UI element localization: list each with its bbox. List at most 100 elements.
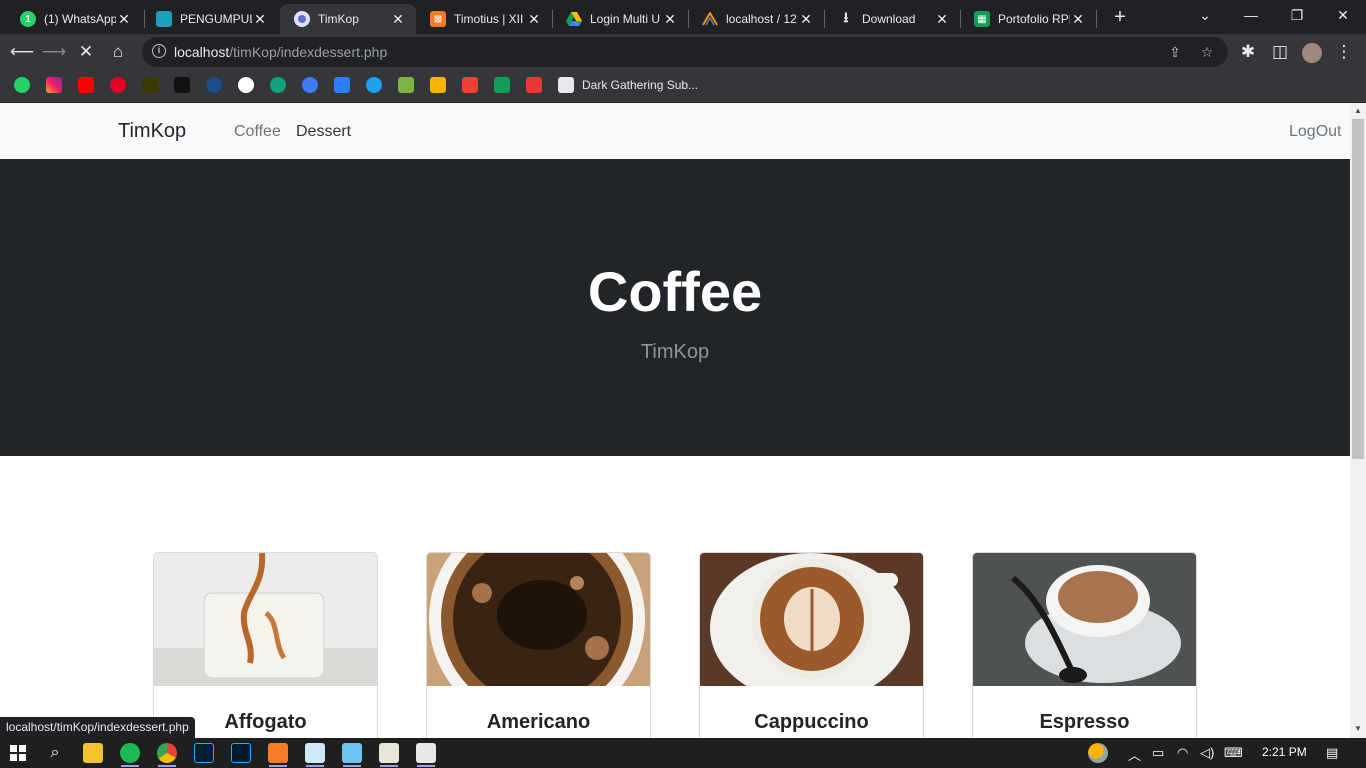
site-brand[interactable]: TimKop xyxy=(118,120,186,143)
tab-portofolio[interactable]: ▦ Portofolio RPL ✕ xyxy=(960,4,1096,34)
close-icon[interactable]: ✕ xyxy=(798,11,814,28)
bookmark-icon[interactable] xyxy=(334,77,350,93)
tab-title: PENGUMPUL xyxy=(180,12,252,26)
bookmark-icon[interactable] xyxy=(206,77,222,93)
close-icon[interactable]: ✕ xyxy=(934,11,950,28)
close-icon[interactable]: ✕ xyxy=(526,11,542,28)
page-scrollbar[interactable]: ▲ ▼ xyxy=(1350,103,1366,738)
back-button[interactable]: ⟵ xyxy=(8,38,36,66)
bookmark-icon[interactable] xyxy=(174,77,190,93)
info-icon[interactable]: i xyxy=(152,44,166,58)
chatgpt-bookmark-icon[interactable] xyxy=(270,77,286,93)
web-page: TimKop Coffee Dessert LogOut Coffee TimK… xyxy=(0,103,1350,738)
tab-login-multi[interactable]: Login Multi U ✕ xyxy=(552,4,688,34)
profile-avatar[interactable] xyxy=(1298,38,1326,66)
new-tab-button[interactable]: + xyxy=(1108,6,1132,30)
scroll-thumb[interactable] xyxy=(1352,119,1364,459)
product-card-cappuccino[interactable]: Cappuccino xyxy=(699,552,924,738)
extensions-icon[interactable]: ✱ xyxy=(1234,38,1262,66)
close-icon[interactable]: ✕ xyxy=(252,11,268,28)
github-bookmark-icon[interactable] xyxy=(238,77,254,93)
timkop-icon xyxy=(294,11,310,27)
tab-whatsapp[interactable]: 1 (1) WhatsApp ✕ xyxy=(6,4,142,34)
weather-icon[interactable] xyxy=(1088,743,1108,763)
notepad-icon[interactable] xyxy=(305,743,325,763)
pinterest-bookmark-icon[interactable] xyxy=(110,77,126,93)
search-icon[interactable]: ⌕ xyxy=(45,743,65,763)
tab-title: Login Multi U xyxy=(590,12,661,26)
tab-download[interactable]: ⭳ Download ✕ xyxy=(824,4,960,34)
product-card-americano[interactable]: Americano xyxy=(426,552,651,738)
dark-gathering-bookmark[interactable]: Dark Gathering Sub... xyxy=(582,78,698,92)
close-icon[interactable]: ✕ xyxy=(662,11,678,28)
product-card-affogato[interactable]: Affogato xyxy=(153,552,378,738)
close-window-button[interactable]: ✕ xyxy=(1320,0,1366,32)
drive-bookmark-icon[interactable] xyxy=(494,77,510,93)
xampp-icon: ⊠ xyxy=(430,11,446,27)
notification-icon[interactable]: ▤ xyxy=(1326,745,1338,761)
app-icon[interactable] xyxy=(342,743,362,763)
close-icon[interactable]: ✕ xyxy=(116,11,132,28)
address-bar[interactable]: i localhost/timKop/indexdessert.php ⇪ ☆ xyxy=(142,37,1228,67)
chrome-icon[interactable] xyxy=(157,743,177,763)
scroll-down-icon[interactable]: ▼ xyxy=(1354,725,1362,733)
tab-title: (1) WhatsApp xyxy=(44,12,116,26)
minimize-button[interactable]: — xyxy=(1228,0,1274,32)
url-text[interactable]: localhost/timKop/indexdessert.php xyxy=(174,44,387,60)
youtube-bookmark-icon[interactable] xyxy=(78,77,94,93)
forward-button[interactable]: ⟶ xyxy=(40,38,68,66)
bookmark-icon[interactable] xyxy=(526,77,542,93)
keyboard-icon[interactable]: ⌨ xyxy=(1224,745,1243,761)
share-icon[interactable]: ⇪ xyxy=(1164,41,1186,63)
file-explorer-icon[interactable] xyxy=(83,743,103,763)
java-icon[interactable] xyxy=(416,743,436,763)
tab-title: TimKop xyxy=(318,12,359,26)
nav-coffee[interactable]: Coffee xyxy=(234,123,281,141)
product-name: Americano xyxy=(486,711,591,733)
dark-gathering-bookmark-icon[interactable] xyxy=(558,77,574,93)
product-card-espresso[interactable]: Espresso xyxy=(972,552,1197,738)
hero-banner: Coffee TimKop xyxy=(0,159,1350,456)
app-icon[interactable] xyxy=(379,743,399,763)
lightroom-icon[interactable] xyxy=(231,743,251,763)
gmail-bookmark-icon[interactable] xyxy=(462,77,478,93)
hero-subtitle: TimKop xyxy=(640,341,710,363)
bookmark-star-icon[interactable]: ☆ xyxy=(1196,41,1218,63)
windows-start-icon[interactable] xyxy=(8,743,28,763)
twitter-bookmark-icon[interactable] xyxy=(366,77,382,93)
tab-pengumpul[interactable]: PENGUMPUL ✕ xyxy=(142,4,278,34)
system-clock[interactable]: 2:21 PM xyxy=(1262,745,1307,759)
scroll-up-icon[interactable]: ▲ xyxy=(1354,107,1362,115)
volume-icon[interactable]: ◁) xyxy=(1200,745,1214,761)
chevron-up-icon[interactable]: ︿ xyxy=(1128,745,1141,764)
tab-search-button[interactable]: ⌄ xyxy=(1182,0,1228,32)
download-bookmark-icon[interactable] xyxy=(398,77,414,93)
messenger-bookmark-icon[interactable] xyxy=(302,77,318,93)
url-path: /timKop/indexdessert.php xyxy=(229,44,388,60)
stop-button[interactable]: ✕ xyxy=(72,38,100,66)
windows-taskbar: ⌕ ︿ ▭ ◠ ◁) ⌨ 2:21 PM ▤ xyxy=(0,738,1366,768)
tab-timotius[interactable]: ⊠ Timotius | XII ✕ xyxy=(416,4,552,34)
whatsapp-bookmark-icon[interactable] xyxy=(14,77,30,93)
spotify-icon[interactable] xyxy=(120,743,140,763)
classroom-bookmark-icon[interactable] xyxy=(430,77,446,93)
wifi-icon[interactable]: ◠ xyxy=(1177,745,1188,761)
logout-link[interactable]: LogOut xyxy=(1289,123,1341,141)
bookmark-icon[interactable] xyxy=(142,77,158,93)
side-panel-icon[interactable]: ◫ xyxy=(1266,38,1294,66)
home-button[interactable]: ⌂ xyxy=(104,38,132,66)
hero-title: Coffee xyxy=(587,260,763,323)
instagram-bookmark-icon[interactable] xyxy=(46,77,62,93)
xampp-icon[interactable] xyxy=(268,743,288,763)
battery-icon[interactable]: ▭ xyxy=(1152,745,1164,761)
menu-icon[interactable]: ⋮ xyxy=(1330,38,1358,66)
sheets-icon: ▦ xyxy=(974,11,990,27)
close-icon[interactable]: ✕ xyxy=(1070,11,1086,28)
tab-phpmyadmin[interactable]: localhost / 12 ✕ xyxy=(688,4,824,34)
affogato-image xyxy=(154,553,377,686)
photoshop-icon[interactable] xyxy=(194,743,214,763)
maximize-button[interactable]: ❐ xyxy=(1274,0,1320,32)
nav-dessert[interactable]: Dessert xyxy=(296,123,351,141)
close-icon[interactable]: ✕ xyxy=(390,11,406,28)
tab-timkop[interactable]: TimKop ✕ xyxy=(280,4,416,34)
